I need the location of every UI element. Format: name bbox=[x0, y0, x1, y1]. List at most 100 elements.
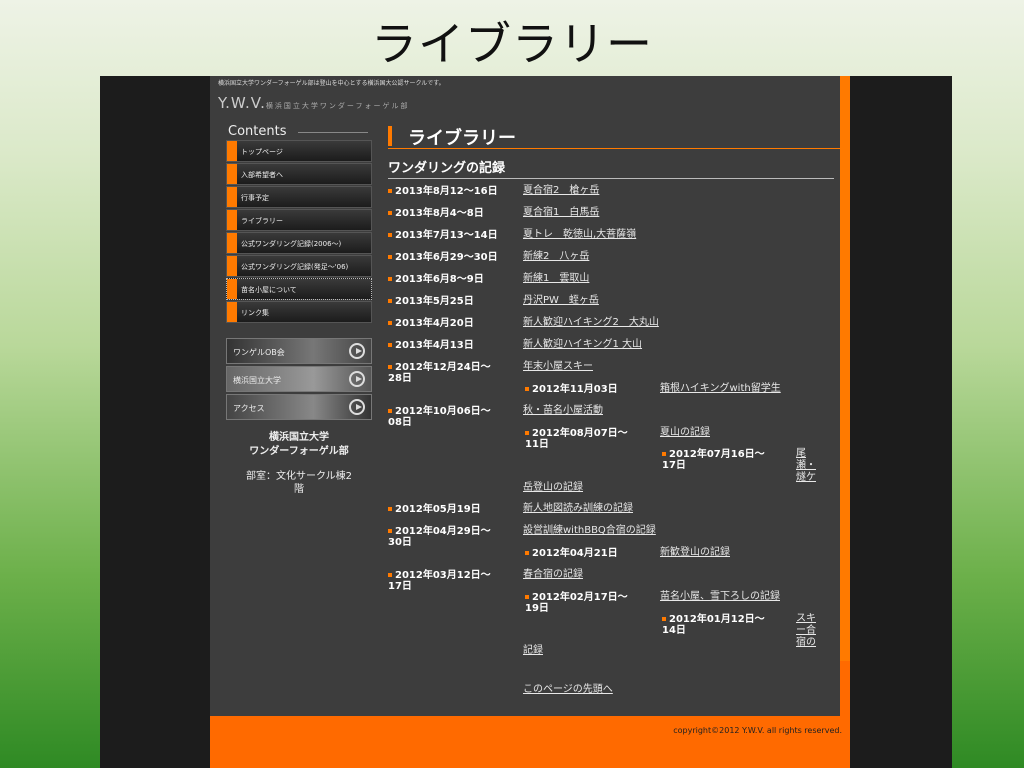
play-icon bbox=[349, 399, 365, 415]
entry-date: 2012年04月29日〜 30日 bbox=[388, 526, 491, 548]
orange-side-bar bbox=[840, 76, 850, 661]
entry-link[interactable]: 尾瀬・ 燧ケ bbox=[796, 448, 816, 484]
sidebar-item-join[interactable]: 入部希望者へ bbox=[226, 163, 372, 185]
sidebar-item-library[interactable]: ライブラリー bbox=[226, 209, 372, 231]
bullet-icon bbox=[388, 409, 392, 413]
entry-link[interactable]: 新人地図読み訓練の記録 bbox=[523, 503, 633, 515]
entry-link[interactable]: 新練1 雲取山 bbox=[523, 273, 589, 285]
entry-link[interactable]: 秋・苗名小屋活動 bbox=[523, 405, 603, 417]
entry-date-text: 2013年6月29〜30日 bbox=[395, 252, 498, 263]
entry-link[interactable]: スキ ー合 宿の bbox=[796, 613, 816, 649]
title-mark-icon bbox=[388, 126, 392, 146]
contents-heading: Contents bbox=[228, 124, 378, 139]
entry-date-text: 28日 bbox=[388, 373, 412, 384]
page-footer: copyright©2012 Y.W.V. all rights reserve… bbox=[210, 716, 850, 768]
entry-link[interactable]: 丹沢PW 蛭ヶ岳 bbox=[523, 295, 599, 307]
entry-date-text: 2012年04月29日〜 bbox=[395, 526, 491, 537]
bullet-icon bbox=[662, 452, 666, 456]
sidebar-item-records-2006[interactable]: 公式ワンダリング記録(2006〜) bbox=[226, 232, 372, 254]
main-content: ライブラリー ワンダリングの記録 bbox=[388, 124, 840, 179]
org-line: ワンダーフォーゲル部 bbox=[249, 446, 349, 457]
sidebar-item-naena-hut[interactable]: 苗名小屋について bbox=[226, 278, 372, 300]
entry-link[interactable]: 苗名小屋、雪下ろしの記録 bbox=[660, 591, 780, 603]
sidebar-item-schedule[interactable]: 行事予定 bbox=[226, 186, 372, 208]
link-part: 宿の bbox=[796, 637, 816, 648]
sidebar-item-label: 公式ワンダリング記録(発足〜'06) bbox=[241, 263, 349, 271]
entry-link[interactable]: 設営訓練withBBQ合宿の記録 bbox=[523, 525, 656, 537]
banner-access[interactable]: アクセス bbox=[226, 394, 372, 420]
bullet-icon bbox=[388, 529, 392, 533]
org-name: 横浜国立大学 ワンダーフォーゲル部 bbox=[226, 431, 372, 459]
play-icon bbox=[349, 371, 365, 387]
bullet-icon bbox=[388, 233, 392, 237]
bullet-icon bbox=[388, 507, 392, 511]
entry-link[interactable]: 春合宿の記録 bbox=[523, 569, 583, 581]
banner-university[interactable]: 横浜国立大学 bbox=[226, 366, 372, 392]
bullet-icon bbox=[388, 277, 392, 281]
link-part: ー合 bbox=[796, 625, 816, 636]
entry-date: 2013年7月13〜14日 bbox=[388, 230, 498, 241]
entry-link[interactable]: 夏合宿2 槍ヶ岳 bbox=[523, 185, 599, 197]
entry-link[interactable]: 新人歓迎ハイキング2 大丸山 bbox=[523, 317, 659, 329]
bullet-icon bbox=[388, 365, 392, 369]
club-room: 部室：文化サークル棟2 階 bbox=[226, 470, 372, 496]
entry-link[interactable]: 夏合宿1 白馬岳 bbox=[523, 207, 599, 219]
entry-link[interactable]: 岳登山の記録 bbox=[523, 482, 583, 494]
page-top-link[interactable]: このページの先頭へ bbox=[523, 684, 613, 696]
entry-link[interactable]: 新練2 八ヶ岳 bbox=[523, 251, 589, 263]
entry-date: 2013年8月4〜8日 bbox=[388, 208, 484, 219]
entry-date-text: 08日 bbox=[388, 417, 412, 428]
entry-date-text: 19日 bbox=[525, 603, 549, 614]
entry-date-text: 17日 bbox=[388, 581, 412, 592]
logo-sub: 横浜国立大学ワンダーフォーゲル部 bbox=[265, 102, 410, 110]
entry-link[interactable]: 夏トレ 乾徳山,大菩薩嶺 bbox=[523, 229, 636, 241]
link-part: スキ bbox=[796, 613, 816, 624]
entry-date-text: 2013年7月13〜14日 bbox=[395, 230, 498, 241]
sidebar-item-label: 公式ワンダリング記録(2006〜) bbox=[241, 240, 342, 248]
entry-date: 2013年6月8〜9日 bbox=[388, 274, 484, 285]
bullet-icon bbox=[388, 189, 392, 193]
bullet-icon bbox=[662, 617, 666, 621]
entry-date: 2012年02月17日〜 19日 bbox=[525, 592, 628, 614]
menu-tab-icon bbox=[227, 141, 237, 161]
entry-date: 2013年8月12〜16日 bbox=[388, 186, 498, 197]
sidebar-item-label: トップページ bbox=[241, 148, 283, 156]
link-part: 瀬・ bbox=[796, 460, 816, 471]
orange-side-bar bbox=[840, 661, 850, 716]
entry-link[interactable]: 記録 bbox=[523, 645, 543, 657]
entry-link[interactable]: 箱根ハイキングwith留学生 bbox=[660, 383, 781, 395]
bullet-icon bbox=[525, 387, 529, 391]
menu-tab-icon bbox=[227, 164, 237, 184]
site-logo[interactable]: Y.W.V.横浜国立大学ワンダーフォーゲル部 bbox=[218, 94, 409, 112]
menu-tab-icon bbox=[227, 256, 237, 276]
entry-date-text: 11日 bbox=[525, 439, 549, 450]
browser-screenshot: 横浜国立大学ワンダーフォーゲル部は登山を中心とする横浜国大公認サークルです。 Y… bbox=[100, 76, 952, 768]
bullet-icon bbox=[388, 299, 392, 303]
entry-link[interactable]: 年末小屋スキー bbox=[523, 361, 593, 373]
entry-date: 2012年04月21日 bbox=[525, 548, 618, 559]
page-title-text: ライブラリー bbox=[408, 128, 516, 149]
entry-date: 2012年10月06日〜 08日 bbox=[388, 406, 491, 428]
page-title: ライブラリー bbox=[388, 124, 840, 149]
entry-date-text: 30日 bbox=[388, 537, 412, 548]
entry-date-text: 2013年8月4〜8日 bbox=[395, 208, 484, 219]
entry-date-text: 2012年01月12日〜 bbox=[669, 614, 765, 625]
logo-main: Y.W.V. bbox=[218, 94, 266, 112]
menu-tab-icon bbox=[227, 210, 237, 230]
play-icon bbox=[349, 343, 365, 359]
entry-link[interactable]: 夏山の記録 bbox=[660, 427, 710, 439]
bullet-icon bbox=[388, 573, 392, 577]
entry-link[interactable]: 新歓登山の記録 bbox=[660, 547, 730, 559]
entry-date: 2012年12月24日〜 28日 bbox=[388, 362, 491, 384]
entry-date-text: 2013年8月12〜16日 bbox=[395, 186, 498, 197]
sidebar-item-label: 入部希望者へ bbox=[241, 171, 283, 179]
entry-date: 2013年4月13日 bbox=[388, 340, 474, 351]
entry-link[interactable]: 新人歓迎ハイキング1 大山 bbox=[523, 339, 642, 351]
banner-label: 横浜国立大学 bbox=[233, 376, 281, 385]
banner-ob-association[interactable]: ワンゲルOB会 bbox=[226, 338, 372, 364]
sidebar-item-links[interactable]: リンク集 bbox=[226, 301, 372, 323]
sidebar-item-label: 苗名小屋について bbox=[241, 286, 297, 294]
entry-date-text: 2012年10月06日〜 bbox=[395, 406, 491, 417]
sidebar-item-records-early[interactable]: 公式ワンダリング記録(発足〜'06) bbox=[226, 255, 372, 277]
sidebar-item-top[interactable]: トップページ bbox=[226, 140, 372, 162]
